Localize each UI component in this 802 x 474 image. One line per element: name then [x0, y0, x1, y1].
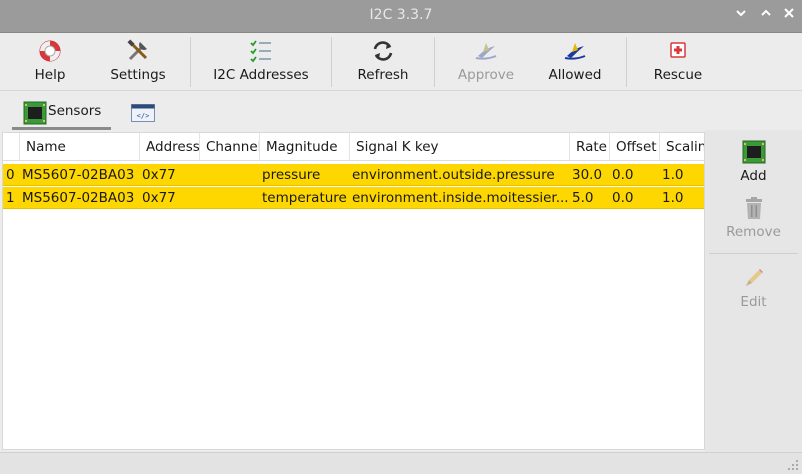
signalk-allowed-icon	[564, 43, 586, 60]
approve-label: Approve	[457, 67, 515, 83]
toolbar-separator	[331, 37, 332, 87]
column-header-name[interactable]: Name	[20, 133, 140, 161]
window-title: I2C 3.3.7	[369, 7, 433, 23]
resize-grip-icon[interactable]	[786, 458, 800, 472]
close-icon	[784, 8, 794, 18]
help-label: Help	[34, 67, 66, 83]
row-address: 0x77	[142, 167, 176, 183]
table-header: Name Address Channel Magnitude Signal K …	[3, 133, 704, 161]
sensors-table: Name Address Channel Magnitude Signal K …	[2, 132, 705, 450]
toolbar-separator	[190, 37, 191, 87]
settings-button[interactable]: Settings	[102, 33, 174, 91]
row-offset: 0.0	[612, 167, 634, 183]
status-bar	[0, 452, 802, 474]
edit-label: Edit	[740, 294, 767, 310]
row-scaling: 1.0	[662, 190, 684, 206]
row-signalk-key: environment.outside.pressure	[352, 167, 555, 183]
tab-code[interactable]: </>	[122, 96, 164, 130]
row-channel	[202, 187, 260, 209]
signalk-approve-icon	[475, 43, 497, 60]
tab-sensors-label: Sensors	[48, 103, 102, 119]
maximize-button[interactable]	[756, 6, 776, 26]
add-chip-icon	[742, 140, 765, 164]
add-button[interactable]: Add	[705, 132, 802, 188]
column-header-scaling[interactable]: Scalin	[660, 133, 704, 161]
remove-label: Remove	[726, 224, 781, 240]
settings-label: Settings	[110, 67, 166, 83]
side-divider	[709, 253, 798, 254]
refresh-label: Refresh	[357, 67, 409, 83]
approve-button[interactable]: Approve	[448, 33, 524, 91]
chip-icon	[23, 101, 47, 125]
row-magnitude: pressure	[262, 167, 321, 183]
help-button[interactable]: Help	[14, 33, 86, 91]
chevron-down-icon	[736, 10, 746, 17]
toolbar-separator	[626, 37, 627, 87]
rescue-label: Rescue	[653, 67, 703, 83]
row-name: MS5607-02BA03	[22, 167, 135, 183]
row-scaling: 1.0	[662, 167, 684, 183]
side-panel: Add Remove Edit	[705, 130, 802, 452]
edit-button[interactable]: Edit	[705, 258, 802, 314]
tab-bar: Sensors </>	[0, 92, 802, 130]
column-header-index[interactable]	[3, 133, 20, 161]
main-area: Name Address Channel Magnitude Signal K …	[0, 130, 802, 452]
first-aid-icon	[670, 42, 686, 58]
i2c-addresses-label: I2C Addresses	[213, 67, 309, 83]
column-header-rate[interactable]: Rate	[570, 133, 610, 161]
row-offset: 0.0	[612, 190, 634, 206]
table-row[interactable]: 1 MS5607-02BA03 0x77 temperature environ…	[3, 187, 704, 209]
row-rate: 5.0	[572, 190, 594, 206]
title-bar: I2C 3.3.7	[0, 0, 802, 33]
minimize-button[interactable]	[731, 6, 751, 26]
toolbar-separator	[434, 37, 435, 87]
chevron-up-icon	[761, 9, 771, 16]
table-row[interactable]: 0 MS5607-02BA03 0x77 pressure environmen…	[3, 164, 704, 186]
refresh-button[interactable]: Refresh	[345, 33, 421, 91]
remove-button[interactable]: Remove	[705, 188, 802, 244]
toolbar: Help Settings I2C Addresses Refresh Appr…	[0, 33, 802, 91]
allowed-label: Allowed	[548, 67, 602, 83]
row-index: 0	[6, 167, 15, 183]
row-index: 1	[6, 190, 15, 206]
row-rate: 30.0	[572, 167, 603, 183]
svg-text:</>: </>	[137, 112, 150, 120]
allowed-button[interactable]: Allowed	[537, 33, 613, 91]
add-label: Add	[740, 168, 767, 184]
column-header-magnitude[interactable]: Magnitude	[260, 133, 350, 161]
column-header-address[interactable]: Address	[140, 133, 200, 161]
pencil-icon	[745, 269, 763, 286]
row-signalk-key: environment.inside.moitessier...	[352, 190, 569, 206]
code-window-icon: </>	[131, 104, 155, 122]
checklist-icon	[250, 40, 271, 63]
column-header-signalk-key[interactable]: Signal K key	[350, 133, 570, 161]
tab-sensors[interactable]: Sensors	[12, 96, 111, 130]
row-address: 0x77	[142, 190, 176, 206]
tools-icon	[127, 39, 148, 61]
row-channel	[202, 164, 260, 186]
close-button[interactable]	[779, 6, 799, 26]
column-header-offset[interactable]: Offset	[610, 133, 660, 161]
row-magnitude: temperature	[262, 190, 347, 206]
column-header-channel[interactable]: Channel	[200, 133, 260, 161]
lifebuoy-icon	[39, 40, 61, 62]
i2c-addresses-button[interactable]: I2C Addresses	[205, 33, 317, 91]
refresh-icon	[373, 41, 393, 61]
trash-icon	[745, 197, 762, 219]
row-name: MS5607-02BA03	[22, 190, 135, 206]
rescue-button[interactable]: Rescue	[640, 33, 716, 91]
